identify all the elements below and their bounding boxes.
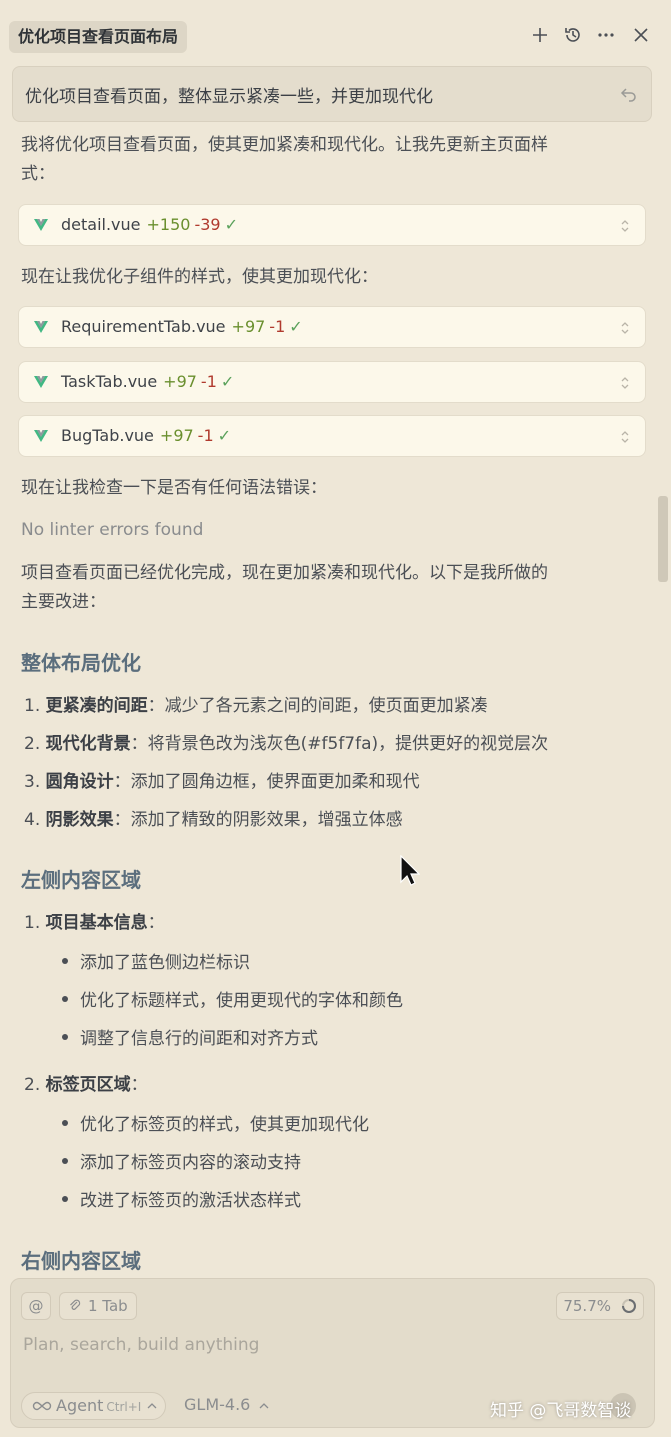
applied-check-icon: ✓ — [289, 317, 303, 336]
lines-removed: -1 — [269, 317, 286, 336]
new-chat-icon[interactable] — [529, 24, 551, 46]
vue-file-icon — [34, 321, 48, 333]
applied-check-icon: ✓ — [224, 215, 239, 234]
file-name: TaskTab.vue — [61, 372, 158, 391]
file-change-tasktab-vue[interactable]: TaskTab.vue +97 -1 ✓ — [18, 361, 646, 403]
attachment-icon — [70, 1299, 81, 1310]
expand-collapse-icon[interactable] — [619, 218, 631, 234]
list-item: 4. 阴影效果：添加了精致的阴影效果，增强立体感 — [24, 810, 403, 830]
bullet-item: 优化了标签页的样式，使其更加现代化 — [62, 1110, 369, 1135]
close-icon[interactable] — [630, 24, 652, 46]
file-name: RequirementTab.vue — [61, 317, 226, 336]
lines-removed: -39 — [194, 215, 221, 234]
intro-text-line2: 式： — [21, 164, 55, 184]
list-item: 2. 标签页区域： — [24, 1075, 148, 1095]
prompt-input[interactable]: Plan, search, build anything — [23, 1335, 259, 1355]
bullet-item: 添加了蓝色侧边栏标识 — [62, 948, 250, 973]
model-name: GLM-4.6 — [184, 1395, 251, 1414]
chat-header: 优化项目查看页面布局 — [0, 0, 671, 64]
file-name: BugTab.vue — [61, 426, 154, 445]
chevron-up-icon — [259, 1403, 269, 1409]
lint-check-text: 现在让我检查一下是否有任何语法错误： — [21, 478, 327, 498]
user-message[interactable]: 优化项目查看页面，整体显示紧凑一些，并更加现代化 — [12, 66, 652, 122]
expand-collapse-icon[interactable] — [619, 320, 631, 336]
applied-check-icon: ✓ — [220, 372, 235, 391]
file-change-detail-vue[interactable]: detail.vue +150 -39 ✓ — [18, 204, 646, 246]
bullet-item: 添加了标签页内容的滚动支持 — [62, 1148, 301, 1173]
lines-added: +97 — [163, 372, 197, 391]
lines-added: +150 — [146, 215, 191, 234]
lines-removed: -1 — [197, 426, 214, 445]
agent-label: Agent — [56, 1396, 104, 1415]
scrollbar-thumb[interactable] — [658, 496, 668, 582]
infinity-icon — [32, 1401, 52, 1411]
lines-removed: -1 — [200, 372, 217, 391]
lines-added: +97 — [159, 426, 194, 445]
list-item: 2. 现代化背景：将背景色改为浅灰色(#f5f7fa)，提供更好的视觉层次 — [24, 734, 549, 754]
agent-shortcut: Ctrl+I — [106, 1400, 142, 1414]
mention-button[interactable]: @ — [21, 1292, 51, 1320]
bullet-item: 改进了标签页的激活状态样式 — [62, 1186, 301, 1211]
conversation-title[interactable]: 优化项目查看页面布局 — [9, 21, 188, 53]
sub-intro-text: 现在让我优化子组件的样式，使其更加现代化： — [21, 267, 378, 287]
list-item: 3. 圆角设计：添加了圆角边框，使界面更加柔和现代 — [24, 772, 420, 792]
file-name: detail.vue — [61, 215, 141, 234]
model-selector[interactable]: GLM-4.6 — [184, 1395, 269, 1414]
agent-mode-selector[interactable]: Agent Ctrl+I — [21, 1392, 167, 1420]
section-heading-layout: 整体布局优化 — [21, 651, 141, 675]
file-change-requirementtab-vue[interactable]: RequirementTab.vue +97 -1 ✓ — [18, 306, 646, 348]
context-tab-label: 1 Tab — [88, 1297, 128, 1315]
summary-text-line2: 主要改进： — [21, 592, 106, 612]
loading-spinner-icon — [622, 1299, 636, 1313]
expand-collapse-icon[interactable] — [619, 375, 631, 391]
user-message-text: 优化项目查看页面，整体显示紧凑一些，并更加现代化 — [25, 87, 433, 107]
more-options-icon[interactable] — [595, 24, 617, 46]
file-change-bugtab-vue[interactable]: BugTab.vue +97 -1 ✓ — [18, 415, 646, 457]
mouse-cursor-icon — [400, 855, 420, 886]
list-item: 1. 更紧凑的间距：减少了各元素之间的间距，使页面更加紧凑 — [24, 696, 488, 716]
bullet-item: 优化了标题样式，使用更现代的字体和颜色 — [62, 986, 403, 1011]
applied-check-icon: ✓ — [217, 426, 232, 445]
section-heading-right: 右侧内容区域 — [21, 1249, 141, 1273]
intro-text-line1: 我将优化项目查看页面，使其更加紧凑和现代化。让我先更新主页面样 — [21, 135, 548, 155]
revert-icon[interactable] — [619, 84, 639, 104]
expand-collapse-icon[interactable] — [619, 429, 631, 445]
linter-result: No linter errors found — [21, 520, 204, 540]
bullet-item: 调整了信息行的间距和对齐方式 — [62, 1024, 318, 1049]
vue-file-icon — [34, 430, 48, 442]
watermark: 知乎 @飞哥数智谈 — [490, 1401, 632, 1421]
summary-text-line1: 项目查看页面已经优化完成，现在更加紧凑和现代化。以下是我所做的 — [21, 563, 548, 583]
context-usage-percent: 75.7% — [563, 1297, 611, 1315]
list-item: 1. 项目基本信息： — [24, 913, 165, 933]
vue-file-icon — [34, 376, 48, 388]
chevron-up-icon — [147, 1403, 157, 1409]
lines-added: +97 — [231, 317, 266, 336]
assistant-response: 我将优化项目查看页面，使其更加紧凑和现代化。让我先更新主页面样 式： detai… — [0, 122, 671, 1274]
section-heading-left: 左侧内容区域 — [21, 868, 141, 892]
vue-file-icon — [34, 219, 48, 231]
context-tab-pill[interactable]: 1 Tab — [59, 1292, 137, 1320]
history-icon[interactable] — [562, 24, 584, 46]
context-usage-indicator[interactable]: 75.7% — [556, 1292, 644, 1320]
